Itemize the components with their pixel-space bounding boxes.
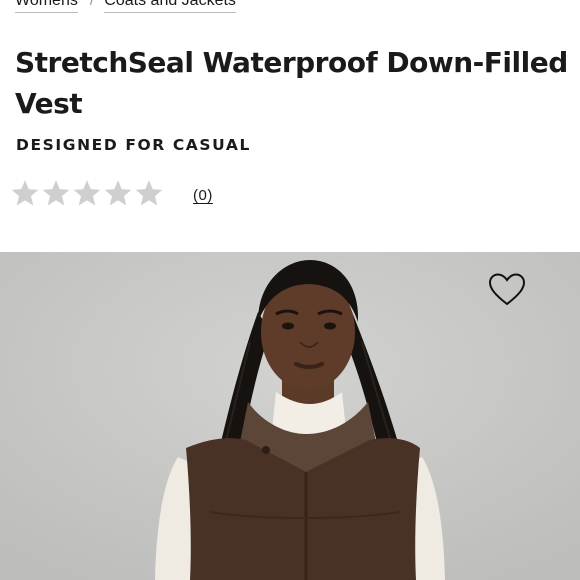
breadcrumb-separator: / [89, 0, 95, 9]
heart-icon [488, 273, 526, 306]
breadcrumb: Womens / Coats and Jackets [15, 0, 236, 13]
wishlist-button[interactable] [488, 272, 526, 308]
rating[interactable]: (0) [10, 178, 212, 208]
star-icon [134, 178, 164, 208]
star-icon [103, 178, 133, 208]
star-icon [41, 178, 71, 208]
product-title: StretchSeal Waterproof Down-Filled Vest [15, 46, 568, 120]
breadcrumb-coats-link[interactable]: Coats and Jackets [104, 0, 236, 13]
review-count-link[interactable]: (0) [193, 187, 213, 204]
product-image[interactable] [0, 252, 580, 580]
product-subtitle: DESIGNED FOR CASUAL [16, 136, 251, 154]
star-icon [72, 178, 102, 208]
star-icon [10, 178, 40, 208]
breadcrumb-womens-link[interactable]: Womens [15, 0, 78, 13]
